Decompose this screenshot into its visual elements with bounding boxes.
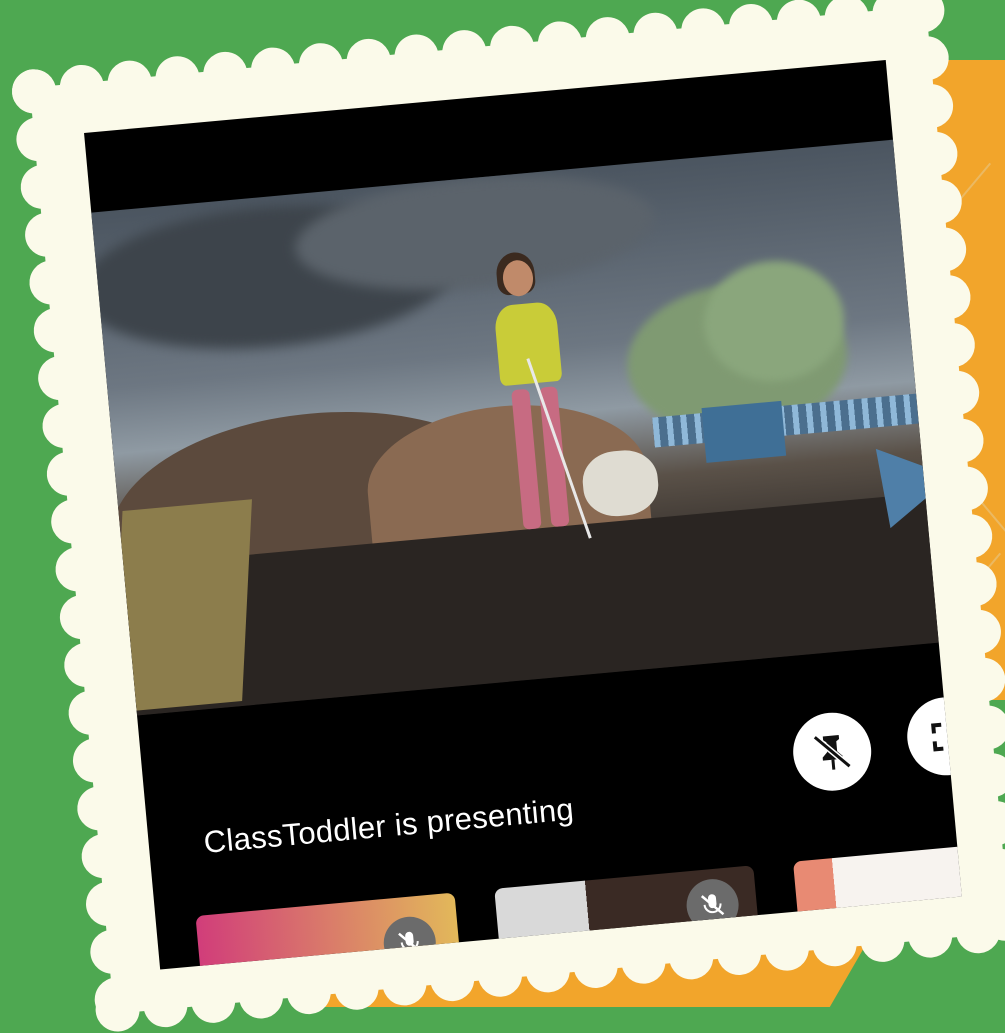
photo-stamp-frame: ClassToddler is presenting (10, 0, 1005, 1033)
mic-off-icon (700, 894, 725, 916)
meeting-window: ClassToddler is presenting (84, 60, 962, 970)
character-shirt (493, 300, 563, 387)
bulldozer-blade (112, 499, 252, 713)
unpin-icon (812, 734, 852, 770)
blue-crate (701, 400, 787, 463)
unpin-button[interactable] (789, 709, 875, 795)
presenter-status-text: ClassToddler is presenting (202, 791, 576, 860)
shared-screen-video[interactable] (91, 139, 939, 716)
